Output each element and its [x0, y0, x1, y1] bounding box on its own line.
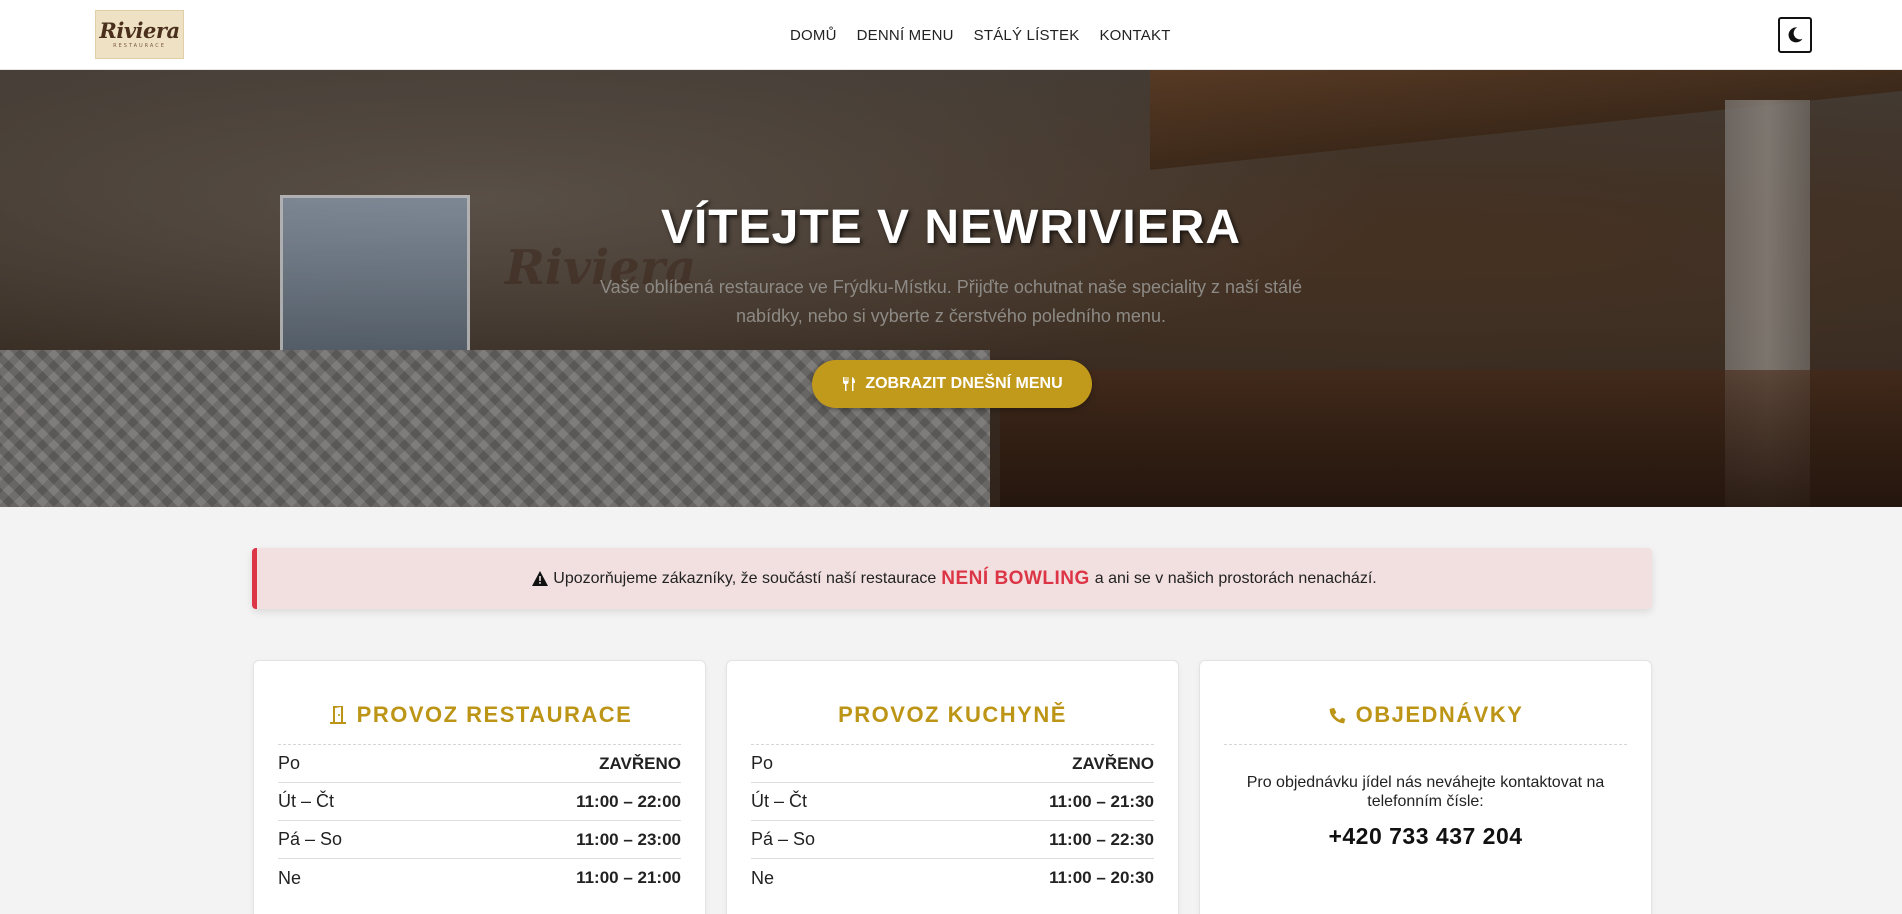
phone-icon: [1329, 707, 1346, 723]
kitchen-hours-title: PROVOZ KUCHYNĚ: [751, 685, 1154, 745]
nav-item-home[interactable]: DOMŮ: [790, 27, 837, 44]
show-today-menu-button[interactable]: ZOBRAZIT DNEŠNÍ MENU: [812, 360, 1092, 408]
hours-day: Po: [278, 753, 301, 773]
logo-subtext: RESTAURACE: [113, 42, 166, 49]
alert-emphasis: NENÍ BOWLING: [941, 567, 1090, 589]
hours-time: ZAVŘENO: [599, 753, 681, 773]
nav-item-daily-menu[interactable]: DENNÍ MENU: [857, 27, 954, 44]
nav-item-permanent-menu[interactable]: STÁLÝ LÍSTEK: [974, 27, 1080, 44]
theme-toggle-button[interactable]: [1778, 17, 1812, 53]
hours-day: Pá – So: [751, 829, 816, 849]
hours-time: 11:00 – 22:30: [1049, 829, 1154, 849]
kitchen-hours-title-text: PROVOZ KUCHYNĚ: [838, 701, 1067, 727]
main-nav: DOMŮ DENNÍ MENU STÁLÝ LÍSTEK KONTAKT: [790, 0, 1191, 70]
hours-row: Út – Čt 11:00 – 21:30: [751, 783, 1154, 821]
hero-title: VÍTEJTE V NEWRIVIERA: [660, 201, 1242, 254]
hours-row: Po ZAVŘENO: [278, 745, 681, 783]
orders-phone-number[interactable]: +420 733 437 204: [1224, 823, 1627, 850]
orders-card: OBJEDNÁVKY Pro objednávku jídel nás nevá…: [1199, 660, 1652, 914]
hours-day: Ne: [278, 867, 302, 888]
hours-time: 11:00 – 23:00: [576, 829, 681, 849]
utensils-icon: [843, 377, 856, 391]
alert-text-before: Upozorňujeme zákazníky, že součástí naší…: [553, 569, 937, 587]
hours-day: Po: [751, 753, 774, 773]
hours-day: Út – Čt: [278, 791, 335, 811]
warning-icon: [532, 571, 549, 586]
hours-row: Po ZAVŘENO: [751, 745, 1154, 783]
orders-title: OBJEDNÁVKY: [1224, 685, 1627, 745]
bowling-notice-alert: Upozorňujeme zákazníky, že součástí naší…: [252, 548, 1652, 609]
hero-section: Riviera VÍTEJTE V NEWRIVIERA Vaše oblíbe…: [0, 70, 1902, 507]
hours-time: 11:00 – 22:00: [576, 791, 681, 811]
hours-row: Pá – So 11:00 – 22:30: [751, 821, 1154, 859]
hours-time: 11:00 – 20:30: [1049, 868, 1154, 887]
kitchen-hours-table: Po ZAVŘENO Út – Čt 11:00 – 21:30 Pá – So…: [751, 745, 1154, 897]
hours-time: ZAVŘENO: [1072, 753, 1154, 773]
hours-day: Ne: [751, 867, 775, 888]
navbar: Riviera RESTAURACE DOMŮ DENNÍ MENU STÁLÝ…: [0, 0, 1902, 70]
show-today-menu-label: ZOBRAZIT DNEŠNÍ MENU: [865, 375, 1063, 392]
orders-title-text: OBJEDNÁVKY: [1355, 701, 1524, 727]
hours-row: Ne 11:00 – 21:00: [278, 859, 681, 897]
hours-day: Pá – So: [278, 829, 343, 849]
logo-text: Riviera: [99, 17, 180, 43]
hours-day: Út – Čt: [751, 791, 808, 811]
orders-description: Pro objednávku jídel nás neváhejte konta…: [1246, 774, 1605, 810]
hours-row: Pá – So 11:00 – 23:00: [278, 821, 681, 859]
hours-time: 11:00 – 21:30: [1049, 791, 1154, 811]
nav-item-contact[interactable]: KONTAKT: [1099, 27, 1170, 44]
hero-background-tables: [1000, 370, 1902, 507]
hours-row: Út – Čt 11:00 – 22:00: [278, 783, 681, 821]
restaurant-hours-title-text: PROVOZ RESTAURACE: [356, 701, 633, 727]
door-icon: [329, 705, 346, 724]
restaurant-hours-card: PROVOZ RESTAURACE Po ZAVŘENO Út – Čt 11:…: [253, 660, 706, 914]
alert-text-after: a ani se v našich prostorách nenachází.: [1094, 569, 1377, 587]
moon-icon: [1788, 27, 1803, 43]
hero-subtitle: Vaše oblíbená restaurace ve Frýdku-Místk…: [599, 277, 1303, 326]
hours-time: 11:00 – 21:00: [576, 868, 681, 887]
kitchen-hours-card: PROVOZ KUCHYNĚ Po ZAVŘENO Út – Čt 11:00 …: [726, 660, 1179, 914]
restaurant-hours-table: Po ZAVŘENO Út – Čt 11:00 – 22:00 Pá – So…: [278, 745, 681, 897]
restaurant-hours-title: PROVOZ RESTAURACE: [278, 685, 681, 745]
hours-row: Ne 11:00 – 20:30: [751, 859, 1154, 897]
logo[interactable]: Riviera RESTAURACE: [95, 10, 184, 59]
